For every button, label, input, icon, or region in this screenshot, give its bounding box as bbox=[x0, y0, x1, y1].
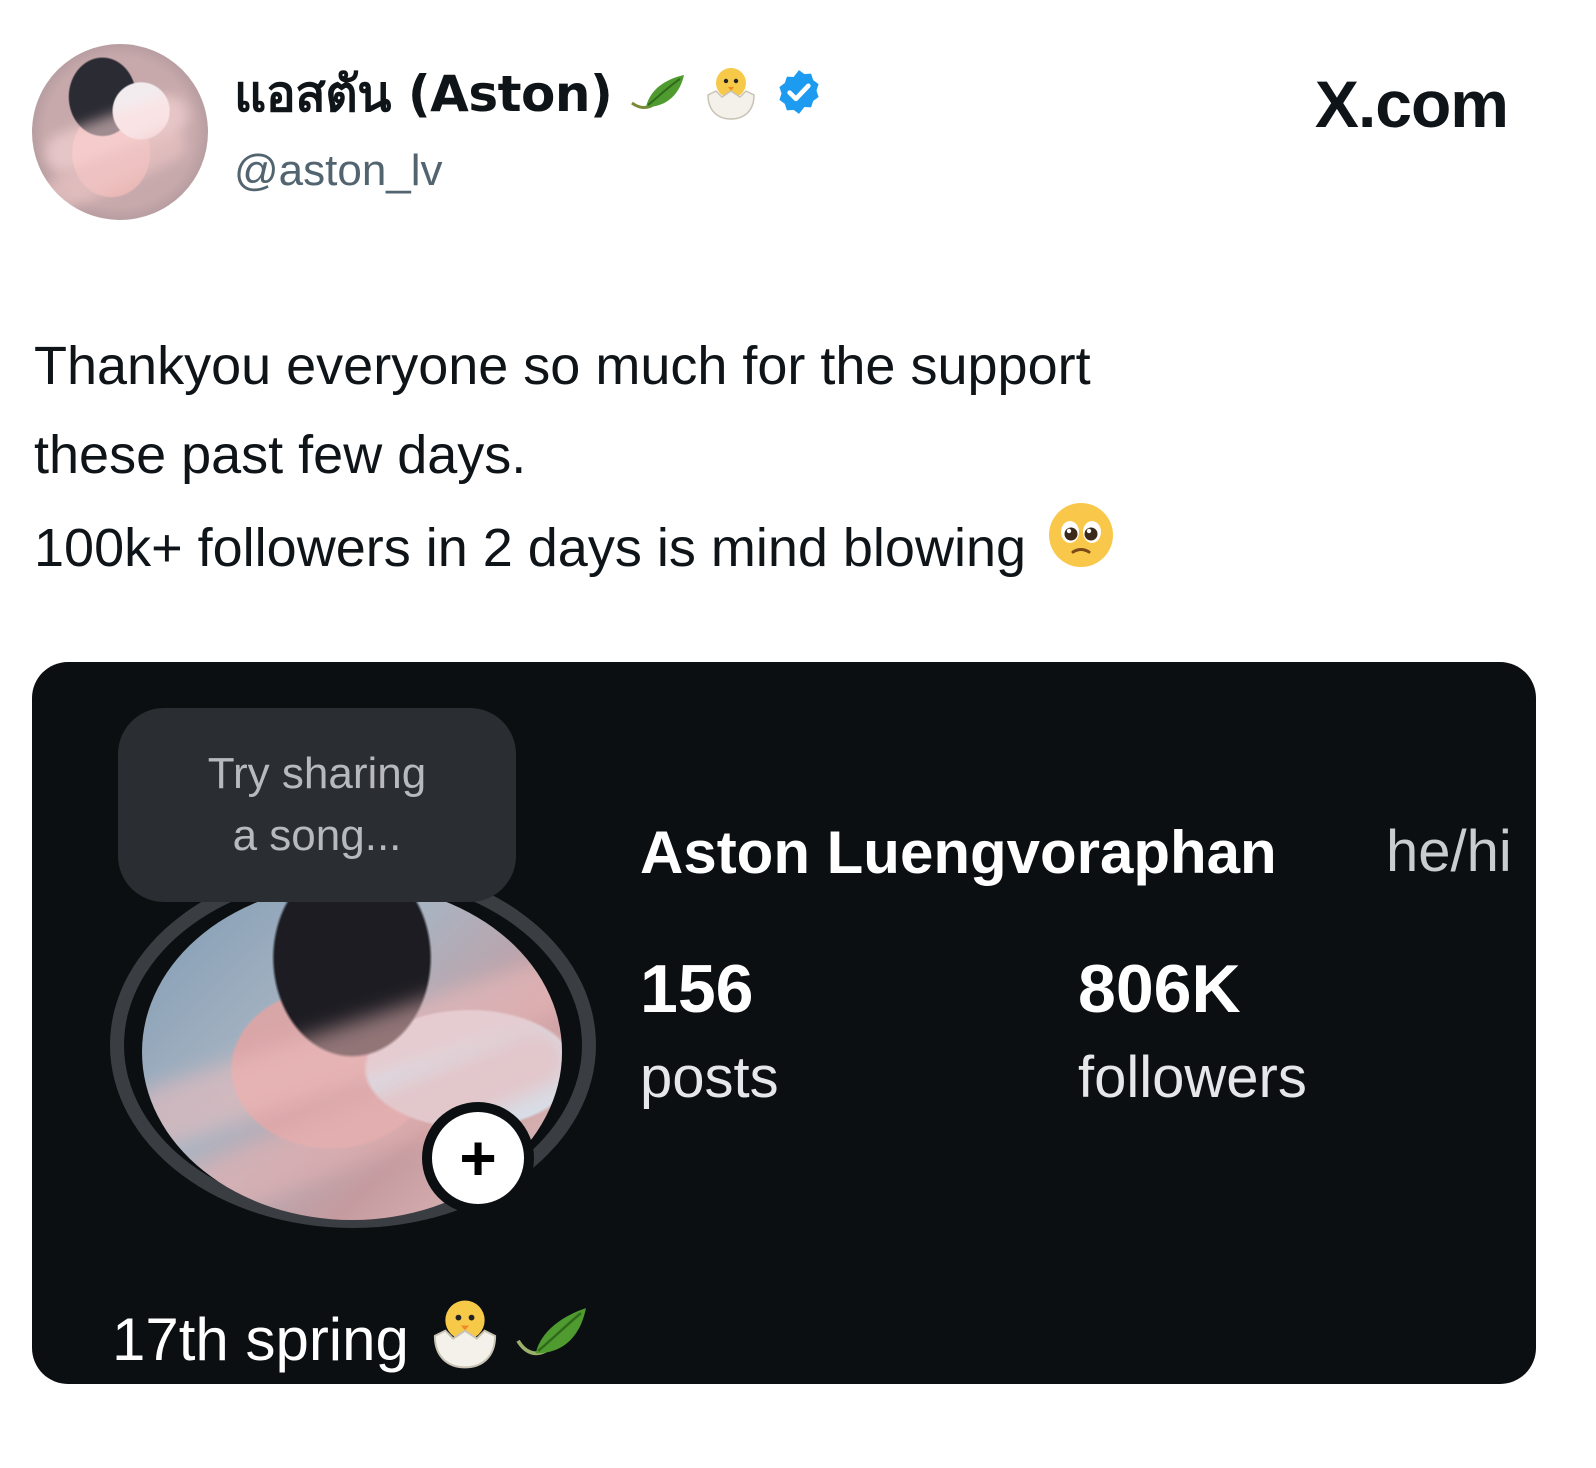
posts-count[interactable]: 156 bbox=[640, 950, 753, 1028]
pleading-face-icon bbox=[1046, 500, 1116, 597]
tweet-text-line: 100k+ followers in 2 days is mind blowin… bbox=[34, 500, 1534, 597]
followers-count[interactable]: 806K bbox=[1078, 950, 1241, 1028]
leaf-icon bbox=[513, 1299, 591, 1379]
add-story-button[interactable]: + bbox=[422, 1102, 534, 1214]
note-text-line: Try sharing bbox=[207, 749, 427, 798]
note-bubble[interactable]: Try sharing a song... bbox=[118, 708, 516, 902]
bio-text: 17th spring bbox=[112, 1305, 409, 1373]
tweet-text: Thankyou everyone so much for the suppor… bbox=[34, 322, 1534, 597]
author-name-row: แอสตัน (Aston) bbox=[234, 62, 824, 126]
tweet-text-line-content: 100k+ followers in 2 days is mind blowin… bbox=[34, 518, 1027, 578]
profile-pronouns: he/hi bbox=[1386, 819, 1512, 884]
hatching-chick-icon bbox=[427, 1294, 503, 1384]
hatching-chick-icon bbox=[702, 63, 760, 126]
verified-badge-icon[interactable] bbox=[774, 67, 824, 122]
attached-screenshot[interactable]: Try sharing a song... + Aston Luengvorap… bbox=[32, 662, 1536, 1384]
profile-bio: 17th spring bbox=[112, 1294, 591, 1384]
plus-icon: + bbox=[432, 1112, 524, 1204]
followers-label[interactable]: followers bbox=[1078, 1044, 1307, 1111]
profile-full-name: Aston Luengvoraphan bbox=[640, 819, 1277, 886]
leaf-icon bbox=[626, 69, 688, 120]
source-watermark: X.com bbox=[1314, 67, 1509, 141]
author-handle[interactable]: @aston_lv bbox=[234, 146, 443, 196]
note-text-line: a song... bbox=[232, 811, 402, 860]
author-avatar[interactable] bbox=[32, 44, 208, 220]
posts-label[interactable]: posts bbox=[640, 1044, 779, 1111]
author-display-name[interactable]: แอสตัน (Aston) bbox=[234, 55, 613, 134]
tweet-text-line: these past few days. bbox=[34, 425, 527, 485]
tweet-text-line: Thankyou everyone so much for the suppor… bbox=[34, 336, 1091, 396]
